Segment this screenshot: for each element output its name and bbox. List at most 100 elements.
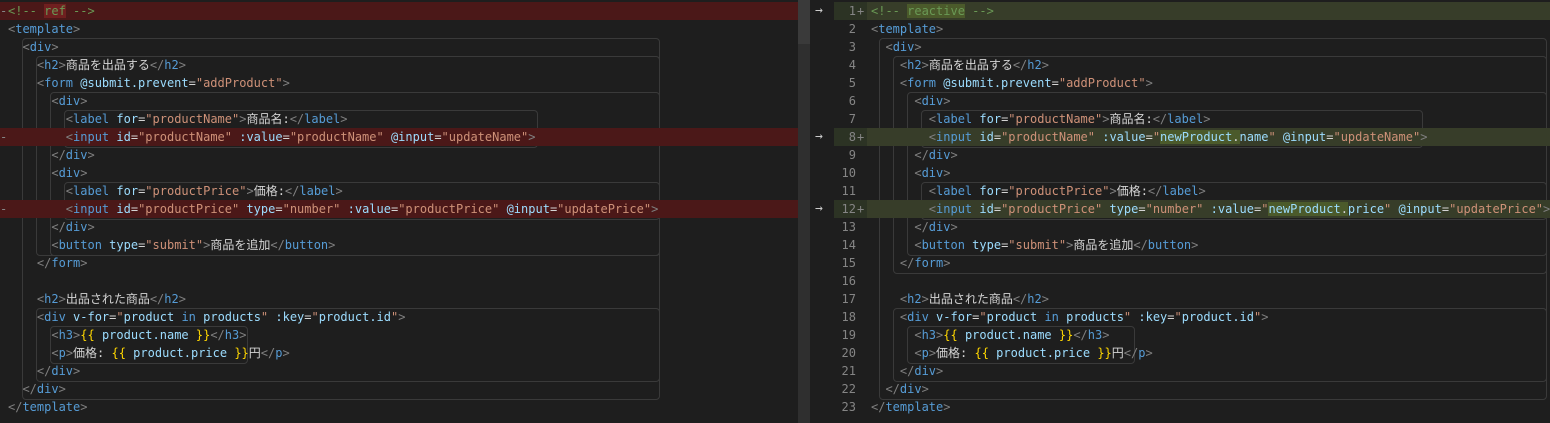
code-line[interactable]: <div> bbox=[0, 38, 810, 56]
code-line[interactable]: <h2>出品された商品</h2> bbox=[0, 290, 810, 308]
code-line[interactable]: <h2>商品を出品する</h2> bbox=[0, 56, 810, 74]
code-line[interactable]: </div> bbox=[867, 146, 1550, 164]
code-token: product bbox=[123, 310, 175, 324]
code-token: < bbox=[8, 292, 45, 306]
code-token: }} bbox=[195, 328, 211, 342]
code-line[interactable]: <h3>{{ product.name }}</h3> bbox=[867, 326, 1550, 344]
code-token: h3 bbox=[1087, 328, 1103, 342]
code-token: </ bbox=[260, 346, 276, 360]
code-text: <label for="productName">商品名:</label> bbox=[8, 110, 348, 128]
code-line[interactable]: <h3>{{ product.name }}</h3> bbox=[0, 326, 810, 344]
code-line[interactable]: <div> bbox=[0, 164, 810, 182]
code-text: </template> bbox=[8, 398, 87, 416]
code-line[interactable]: </div> bbox=[867, 218, 1550, 236]
code-token: template bbox=[885, 400, 944, 414]
code-line[interactable]: <label for="productPrice">価格:</label> bbox=[0, 182, 810, 200]
original-editor-pane[interactable]: <!-- ref --> <template> <div> <h2>商品を出品する… bbox=[0, 0, 810, 423]
code-line[interactable]: </form> bbox=[867, 254, 1550, 272]
code-line[interactable]: </template> bbox=[0, 398, 810, 416]
code-text: <div> bbox=[8, 92, 87, 110]
code-line[interactable]: <h2>商品を出品する</h2> bbox=[867, 56, 1550, 74]
code-token: > bbox=[80, 166, 88, 180]
revert-change-arrow-icon[interactable]: → bbox=[815, 200, 823, 218]
code-line[interactable]: <p>価格: {{ product.price }}円</p> bbox=[0, 344, 810, 362]
code-token: </ bbox=[871, 400, 886, 414]
code-line[interactable]: </div> bbox=[0, 362, 810, 380]
original-editor-scrollbar[interactable] bbox=[798, 0, 810, 423]
code-token: 円 bbox=[248, 346, 261, 360]
code-line[interactable]: </template> bbox=[867, 398, 1550, 416]
code-token: < bbox=[871, 328, 922, 342]
code-token: p bbox=[921, 346, 929, 360]
code-token: > bbox=[73, 364, 81, 378]
code-token: @submit.prevent bbox=[73, 76, 189, 90]
code-token: button bbox=[921, 238, 965, 252]
code-line[interactable]: <button type="submit">商品を追加</button> bbox=[0, 236, 810, 254]
code-text: </div> bbox=[871, 362, 943, 380]
code-line[interactable]: <form @submit.prevent="addProduct"> bbox=[0, 74, 810, 92]
code-token: " bbox=[311, 310, 319, 324]
code-token: 商品を出品する bbox=[928, 58, 1013, 72]
code-line[interactable]: </div> bbox=[867, 380, 1550, 398]
scrollbar-thumb[interactable] bbox=[798, 0, 810, 44]
code-line[interactable]: <template> bbox=[867, 20, 1550, 38]
code-token: "addProduct" bbox=[1058, 76, 1146, 90]
code-token: product.name bbox=[957, 328, 1059, 342]
code-token: > bbox=[282, 346, 290, 360]
code-line[interactable]: <div> bbox=[867, 164, 1550, 182]
code-line[interactable]: <div> bbox=[0, 92, 810, 110]
code-line[interactable]: <div v-for="product in products" :key="p… bbox=[0, 308, 810, 326]
code-line[interactable]: <form @submit.prevent="addProduct"> bbox=[867, 74, 1550, 92]
code-line[interactable]: <div> bbox=[867, 92, 1550, 110]
code-line[interactable]: <template> bbox=[0, 20, 810, 38]
code-line[interactable]: <h2>出品された商品</h2> bbox=[867, 290, 1550, 308]
code-line[interactable]: </div> bbox=[867, 362, 1550, 380]
code-token: 価格: bbox=[936, 346, 975, 360]
code-line[interactable]: </div> bbox=[0, 146, 810, 164]
code-text: <h2>出品された商品</h2> bbox=[871, 290, 1049, 308]
code-token: " bbox=[116, 310, 124, 324]
code-token: type bbox=[1102, 202, 1139, 216]
code-token: {{ bbox=[80, 328, 95, 342]
code-line[interactable]: <label for="productName">商品名:</label> bbox=[0, 110, 810, 128]
removed-line-marker: - bbox=[0, 202, 8, 216]
code-token: h2 bbox=[44, 292, 59, 306]
code-line[interactable]: <!-- reactive --> bbox=[867, 2, 1550, 20]
code-text: </div> bbox=[8, 218, 94, 236]
revert-change-arrow-icon[interactable]: → bbox=[815, 2, 823, 20]
code-token: = bbox=[275, 202, 283, 216]
code-token: </ bbox=[1123, 346, 1139, 360]
code-line[interactable]: <button type="submit">商品を追加</button> bbox=[867, 236, 1550, 254]
code-line[interactable]: <input id="productPrice" type="number" :… bbox=[867, 200, 1550, 218]
code-line[interactable]: </div> bbox=[0, 218, 810, 236]
revert-change-arrow-icon[interactable]: → bbox=[815, 128, 823, 146]
code-token: div bbox=[65, 220, 88, 234]
code-token: </ bbox=[8, 148, 66, 162]
code-token: "number" bbox=[282, 202, 341, 216]
code-token: = bbox=[993, 202, 1002, 216]
code-token: = bbox=[282, 130, 290, 144]
code-token: newProduct bbox=[1268, 202, 1341, 216]
code-line[interactable]: <!-- ref --> bbox=[0, 2, 810, 20]
code-line[interactable]: </div> bbox=[0, 380, 810, 398]
code-token: "productName" bbox=[289, 130, 384, 144]
code-line[interactable]: <input id="productName" :value="newProdu… bbox=[867, 128, 1550, 146]
added-line-marker: + bbox=[857, 4, 865, 18]
code-line[interactable]: <label for="productPrice">価格:</label> bbox=[867, 182, 1550, 200]
line-number: 6 bbox=[848, 94, 856, 108]
line-number: 15 bbox=[841, 256, 856, 270]
code-line[interactable] bbox=[0, 272, 810, 290]
code-text: <form @submit.prevent="addProduct"> bbox=[8, 74, 290, 92]
code-token: form bbox=[907, 76, 937, 90]
code-token: > bbox=[943, 400, 951, 414]
code-line[interactable]: <div v-for="product in products" :key="p… bbox=[867, 308, 1550, 326]
code-token: name bbox=[1239, 130, 1269, 144]
code-line[interactable]: <p>価格: {{ product.price }}円</p> bbox=[867, 344, 1550, 362]
code-line[interactable] bbox=[867, 272, 1550, 290]
code-line[interactable]: <div> bbox=[867, 38, 1550, 56]
modified-editor-pane[interactable]: <!-- reactive --> <template> <div> <h2>商品… bbox=[867, 0, 1550, 423]
code-line[interactable]: </form> bbox=[0, 254, 810, 272]
code-line[interactable]: <label for="productName">商品名:</label> bbox=[867, 110, 1550, 128]
code-line[interactable]: <input id="productPrice" type="number" :… bbox=[0, 200, 810, 218]
code-line[interactable]: <input id="productName" :value="productN… bbox=[0, 128, 810, 146]
